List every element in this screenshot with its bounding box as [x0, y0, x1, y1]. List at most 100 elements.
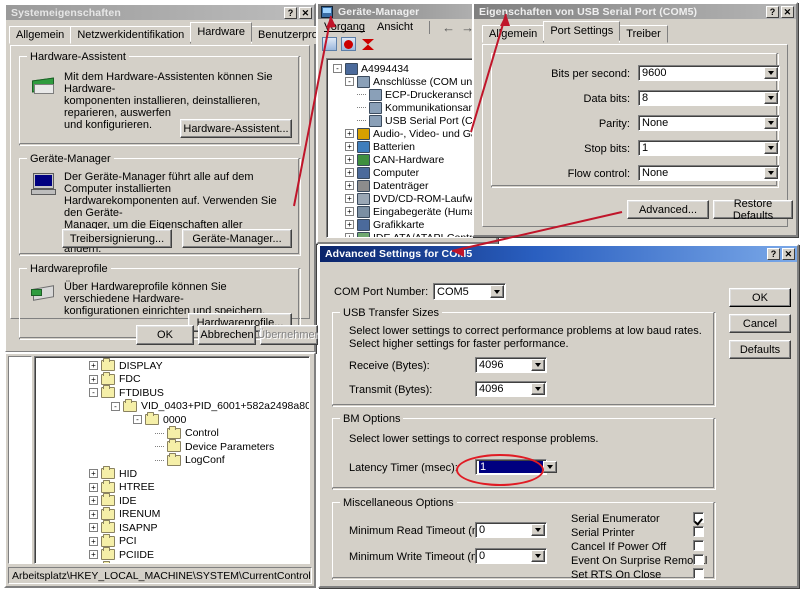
expand-icon[interactable]: + — [345, 207, 354, 216]
receive-bytes-combo[interactable]: 4096 — [475, 357, 547, 373]
registry-editor-window[interactable]: + DISPLAY + FDC - FTDIBUS - VID_0403+PID_6001+5… — [4, 352, 316, 588]
disable-device-icon[interactable] — [341, 37, 356, 51]
expand-icon[interactable]: + — [345, 233, 354, 237]
transmit-bytes-combo[interactable]: 4096 — [475, 381, 547, 397]
device-tree-item[interactable]: Kommunikationsanschlus — [329, 101, 491, 114]
registry-tree-item[interactable]: - VID_0403+PID_6001+582a2498a80&2 — [37, 398, 309, 414]
device-tree-item[interactable]: + Datenträger — [329, 179, 489, 192]
registry-tree-item[interactable]: Device Parameters — [37, 439, 307, 454]
registry-tree-item[interactable]: + FDC — [37, 371, 307, 387]
registry-tree[interactable]: + DISPLAY + FDC - FTDIBUS - VID_0403+PID_6001+5… — [34, 356, 310, 564]
device-tree-item[interactable]: USB Serial Port (COM5) — [329, 114, 491, 127]
close-icon[interactable]: ✕ — [299, 6, 312, 19]
registry-tree-item[interactable]: + PCI — [37, 533, 307, 549]
restore-defaults-button[interactable]: Restore Defaults — [713, 198, 793, 222]
registry-tree-item[interactable]: + IRENUM — [37, 506, 307, 522]
help-button[interactable]: ? — [767, 248, 780, 260]
system-properties-window[interactable]: Systemeigenschaften ? ✕ Allgemein Netzwe… — [4, 3, 396, 353]
registry-tree-item[interactable]: + DISPLAY — [37, 358, 307, 373]
stop-bits-combo[interactable]: 1 — [638, 140, 780, 156]
registry-tree-item[interactable]: - FTDIBUS — [37, 385, 307, 400]
registry-tree-item[interactable]: + HID — [37, 466, 307, 481]
chevron-down-icon[interactable] — [542, 461, 557, 473]
expand-icon[interactable]: + — [89, 536, 98, 546]
expand-icon[interactable]: + — [345, 220, 354, 229]
expand-icon[interactable]: + — [345, 142, 354, 151]
system-properties-tabs[interactable]: Allgemein Netzwerkidentifikation Hardwar… — [6, 22, 396, 44]
set-rts-on-close-checkbox[interactable] — [693, 568, 704, 579]
device-tree-item[interactable]: ECP-Druckeranschluss (L — [329, 88, 491, 101]
chevron-down-icon[interactable] — [531, 550, 545, 562]
device-manager-window[interactable]: Geräte-Manager Vorgang Ansicht ← → - A499… — [316, 2, 504, 244]
collapse-icon[interactable]: - — [345, 77, 354, 86]
chevron-down-icon[interactable] — [531, 383, 545, 395]
device-manager-toolbar[interactable] — [318, 35, 496, 53]
expand-icon[interactable]: + — [89, 374, 98, 384]
device-tree-item[interactable]: - Anschlüsse (COM und LPT) — [329, 75, 491, 88]
usb-serial-port-properties-window[interactable]: Eigenschaften von USB Serial Port (COM5)… — [472, 2, 798, 237]
registry-tree-item[interactable]: + ISAPNP — [37, 520, 307, 535]
expand-icon[interactable]: + — [89, 550, 98, 560]
help-button[interactable]: ? — [766, 5, 779, 18]
serial-printer-checkbox[interactable] — [693, 526, 704, 537]
device-manager-menubar[interactable]: Vorgang Ansicht ← → — [318, 19, 504, 35]
parity-combo[interactable]: None — [638, 115, 780, 131]
uninstall-device-icon[interactable] — [360, 37, 375, 51]
tab-treiber[interactable]: Treiber — [619, 25, 668, 43]
tab-allgemein[interactable]: Allgemein — [482, 25, 545, 43]
device-tree-item[interactable]: + IDE ATA/ATAPI-Controller — [329, 231, 491, 237]
collapse-icon[interactable]: - — [133, 415, 142, 425]
expand-icon[interactable]: + — [89, 496, 98, 506]
close-icon[interactable]: ✕ — [781, 5, 794, 18]
expand-icon[interactable]: + — [89, 482, 98, 492]
latency-timer-combo[interactable]: 1 — [475, 459, 557, 475]
flow-control-combo[interactable]: None — [638, 165, 780, 181]
data-bits-combo[interactable]: 8 — [638, 90, 780, 106]
device-tree-item[interactable]: + Computer — [329, 166, 489, 179]
treibersignierung-button[interactable]: Treibersignierung... — [62, 229, 172, 248]
expand-icon[interactable]: + — [89, 523, 98, 533]
device-tree-item[interactable]: + DVD/CD-ROM-Laufwerke — [329, 192, 491, 205]
advanced-defaults-button[interactable]: Defaults — [729, 340, 791, 359]
bits-per-second-combo[interactable]: 9600 — [638, 65, 780, 81]
scan-hardware-icon[interactable] — [322, 37, 337, 51]
menu-vorgang[interactable]: Vorgang — [324, 21, 365, 33]
registry-tree-item[interactable]: +PCMCIA — [37, 560, 307, 563]
geraete-manager-button[interactable]: Geräte-Manager... — [182, 229, 292, 248]
chevron-down-icon[interactable] — [764, 92, 778, 104]
help-button[interactable]: ? — [284, 6, 297, 19]
tab-netzwerkidentifikation[interactable]: Netzwerkidentifikation — [70, 26, 192, 44]
device-tree-item[interactable]: - A4994434 — [329, 62, 489, 75]
expand-icon[interactable]: + — [345, 155, 354, 164]
chevron-down-icon[interactable] — [764, 117, 778, 129]
back-icon[interactable]: ← — [442, 20, 455, 35]
collapse-icon[interactable]: - — [111, 401, 120, 411]
registry-tree-item[interactable]: + IDE — [37, 493, 307, 508]
device-tree-item[interactable]: + CAN-Hardware — [329, 153, 489, 166]
device-tree-item[interactable]: + Grafikkarte — [329, 218, 489, 231]
hardware-assistent-button[interactable]: Hardware-Assistent... — [180, 119, 292, 138]
device-tree-item[interactable]: +Eingabegeräte (Human Inter — [329, 205, 491, 218]
registry-tree-item[interactable]: Control — [37, 425, 307, 441]
collapse-icon[interactable]: - — [333, 64, 342, 73]
chevron-down-icon[interactable] — [764, 167, 778, 179]
expand-icon[interactable]: + — [345, 181, 354, 190]
collapse-icon[interactable]: - — [89, 388, 98, 398]
tab-hardware[interactable]: Hardware — [190, 22, 252, 42]
com-port-number-combo[interactable]: COM5 — [433, 283, 506, 300]
expand-icon[interactable]: + — [89, 469, 98, 479]
chevron-down-icon[interactable] — [531, 524, 545, 536]
expand-icon[interactable]: + — [345, 129, 354, 138]
tab-allgemein[interactable]: Allgemein — [9, 26, 72, 44]
cancel-if-power-off-checkbox[interactable] — [693, 540, 704, 551]
expand-icon[interactable]: + — [89, 361, 98, 371]
advanced-button[interactable]: Advanced... — [627, 200, 709, 219]
device-manager-tree[interactable]: - A4994434- Anschlüsse (COM und LPT) ECP-Dr… — [326, 58, 492, 238]
registry-tree-item[interactable]: + PCIIDE — [37, 547, 307, 562]
registry-tree-item[interactable]: - 0000 — [37, 412, 307, 427]
expand-icon[interactable]: + — [345, 168, 354, 177]
advanced-ok-button[interactable]: OK — [729, 288, 791, 307]
chevron-down-icon[interactable] — [764, 67, 778, 79]
abbrechen-button[interactable]: Abbrechen — [198, 325, 256, 345]
tab-port-settings[interactable]: Port Settings — [543, 21, 621, 41]
